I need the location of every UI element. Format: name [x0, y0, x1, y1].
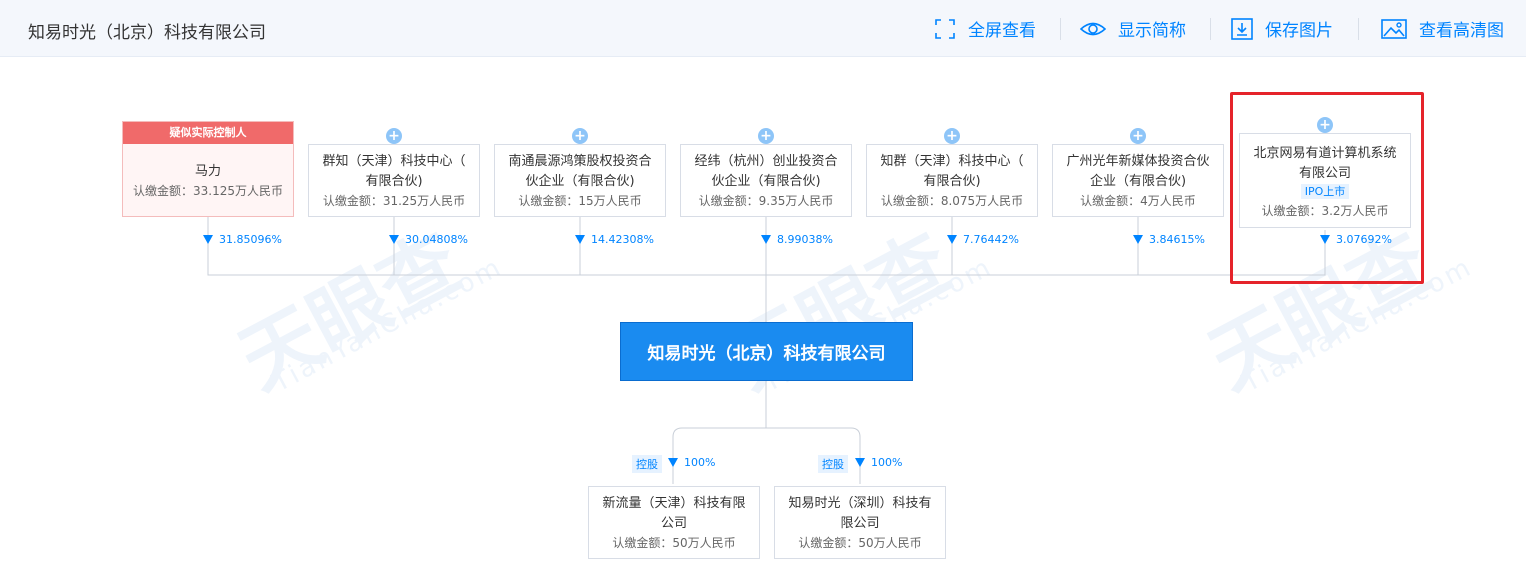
share-percent: 8.99038%: [761, 233, 833, 246]
arrow-down-icon: [668, 458, 678, 467]
subsidiary-box[interactable]: 知易时光（深圳）科技有 限公司 认缴金额：50万人民币: [774, 486, 946, 559]
shareholder-name: 广州光年新媒体投资合伙: [1066, 154, 1210, 169]
shareholder-box[interactable]: 群知（天津）科技中心（ 有限合伙) 认缴金额：31.25万人民币: [308, 144, 480, 217]
expand-plus-icon[interactable]: +: [386, 128, 402, 144]
connector-lines: [207, 217, 1326, 484]
arrow-down-icon: [389, 235, 399, 244]
expand-plus-icon[interactable]: +: [758, 128, 774, 144]
share-percent: 14.42308%: [575, 233, 654, 246]
shareholder-box[interactable]: 知群（天津）科技中心（ 有限合伙) 认缴金额：8.075万人民币: [866, 144, 1038, 217]
shareholder-box[interactable]: 经纬（杭州）创业投资合 伙企业（有限合伙) 认缴金额：9.35万人民币: [680, 144, 852, 217]
shareholder-name: 南通晨源鸿策股权投资合: [508, 154, 652, 169]
subsidiary-box[interactable]: 新流量（天津）科技有限 公司 认缴金额：50万人民币: [588, 486, 760, 559]
arrow-down-icon: [855, 458, 865, 467]
shareholder-amount: 认缴金额：33.125万人民币: [133, 184, 283, 198]
share-percent: 7.76442%: [947, 233, 1019, 246]
shareholder-name: 有限合伙): [923, 174, 981, 189]
shareholder-name: 群知（天津）科技中心（: [322, 154, 466, 169]
subsidiary-name: 限公司: [840, 516, 880, 531]
arrow-down-icon: [947, 235, 957, 244]
center-company[interactable]: 知易时光（北京）科技有限公司: [620, 322, 913, 381]
subsidiary-amount: 认缴金额：50万人民币: [612, 536, 736, 550]
shareholder-name: 经纬（杭州）创业投资合: [694, 154, 838, 169]
subsidiary-amount: 认缴金额：50万人民币: [798, 536, 922, 550]
subsidiary-name: 知易时光（深圳）科技有: [788, 496, 932, 511]
arrow-down-icon: [203, 235, 213, 244]
share-percent: 100%: [668, 456, 715, 469]
shareholder-name: 知群（天津）科技中心（: [880, 154, 1024, 169]
arrow-down-icon: [1133, 235, 1143, 244]
shareholder-name: 伙企业（有限合伙): [711, 174, 821, 189]
subsidiary-name: 公司: [660, 516, 687, 531]
share-percent: 30.04808%: [389, 233, 468, 246]
shareholder-amount: 认缴金额：9.35万人民币: [698, 194, 834, 208]
holding-tag: 控股: [818, 455, 848, 473]
shareholder-name: 伙企业（有限合伙): [525, 174, 635, 189]
share-percent: 31.85096%: [203, 233, 282, 246]
expand-plus-icon[interactable]: +: [572, 128, 588, 144]
shareholder-amount: 认缴金额：31.25万人民币: [322, 194, 466, 208]
shareholder-amount: 认缴金额：15万人民币: [518, 194, 642, 208]
expand-plus-icon[interactable]: +: [1130, 128, 1146, 144]
shareholder-name: 有限合伙): [365, 174, 423, 189]
shareholder-amount: 认缴金额：8.075万人民币: [880, 194, 1024, 208]
arrow-down-icon: [761, 235, 771, 244]
shareholder-amount: 认缴金额：4万人民币: [1080, 194, 1196, 208]
highlight-frame: [1230, 92, 1424, 284]
shareholder-name: 企业（有限合伙): [1089, 174, 1187, 189]
shareholder-box[interactable]: 疑似实际控制人 马力 认缴金额：33.125万人民币: [122, 121, 294, 217]
shareholder-box[interactable]: 广州光年新媒体投资合伙 企业（有限合伙) 认缴金额：4万人民币: [1052, 144, 1224, 217]
share-percent: 100%: [855, 456, 902, 469]
shareholder-name: 马力: [194, 164, 221, 179]
expand-plus-icon[interactable]: +: [944, 128, 960, 144]
controller-tag: 疑似实际控制人: [123, 122, 293, 144]
holding-tag: 控股: [632, 455, 662, 473]
shareholder-box[interactable]: 南通晨源鸿策股权投资合 伙企业（有限合伙) 认缴金额：15万人民币: [494, 144, 666, 217]
arrow-down-icon: [575, 235, 585, 244]
subsidiary-name: 新流量（天津）科技有限: [602, 496, 746, 511]
share-percent: 3.84615%: [1133, 233, 1205, 246]
